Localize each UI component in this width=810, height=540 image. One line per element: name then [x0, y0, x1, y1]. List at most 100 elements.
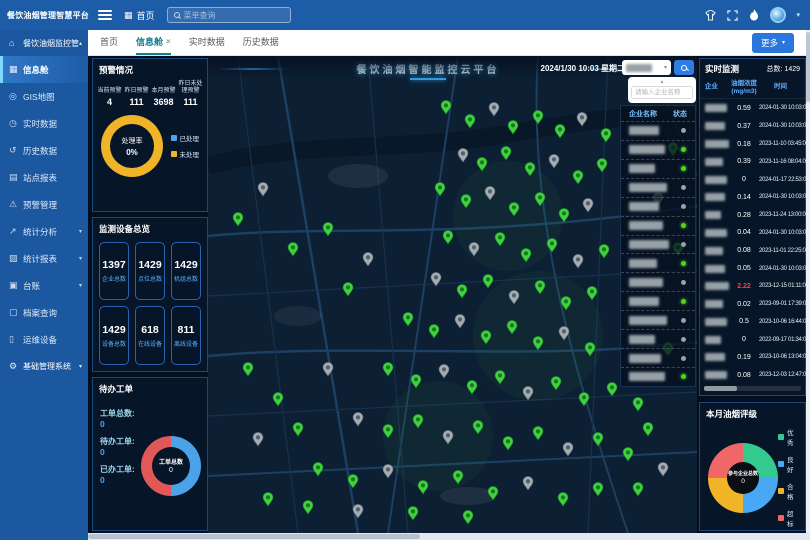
menu-search-input[interactable] — [184, 11, 284, 20]
compass-icon: ◎ — [9, 91, 23, 102]
theme-icon[interactable] — [704, 9, 716, 21]
device-panel: 监测设备总览 1397 企业总数 1429 点位总数 1429 机组总数 142… — [92, 217, 208, 371]
realtime-row[interactable]: 0 2024-01-17 22:53:00 — [705, 171, 803, 189]
menu-search — [167, 7, 291, 23]
chevron-up-icon: ▲ — [660, 79, 665, 85]
workorder-stat: 待办工单: 0 — [100, 436, 135, 460]
sidebar-item-9[interactable]: ▣ 台账 ▾ — [0, 272, 88, 299]
enterprise-row[interactable] — [621, 178, 695, 197]
realtime-row[interactable]: 0.39 2023-11-16 08:04:00 — [705, 153, 803, 171]
topbar: 餐饮油烟管理智慧平台 ▦ 首页 ▾ — [0, 0, 810, 30]
map-search-button[interactable] — [674, 60, 694, 75]
blurred-enterprise-name — [629, 183, 667, 192]
rating-center-label: 参与企业总数 — [728, 470, 758, 477]
sidebar-item-3[interactable]: ◷ 实时数据 — [0, 110, 88, 137]
tab-1[interactable]: 信息舱 × — [136, 30, 171, 55]
enterprise-row[interactable] — [621, 253, 695, 272]
sidebar-item-label: 基础管理系统 — [23, 361, 71, 372]
chevron-down-icon[interactable]: ▾ — [796, 11, 800, 19]
sidebar-item-11[interactable]: ▯ 运维设备 — [0, 326, 88, 353]
tabs: 首页 信息舱 × 实时数据 历史数据 — [100, 30, 297, 55]
record-time: 2024-01-30 10:03:00 — [759, 230, 810, 236]
search-icon — [174, 12, 180, 18]
avatar[interactable] — [770, 7, 786, 23]
sidebar-item-5[interactable]: ▤ 站点报表 — [0, 164, 88, 191]
enterprise-row[interactable] — [621, 272, 695, 291]
enterprise-search-input[interactable] — [631, 86, 693, 99]
blurred-enterprise-name — [629, 221, 663, 230]
sidebar-item-7[interactable]: ↗ 统计分析 ▾ — [0, 218, 88, 245]
realtime-row[interactable]: 0.5 2023-10-06 16:44:00 — [705, 313, 803, 331]
sidebar-item-10[interactable]: ▢ 档案查询 — [0, 299, 88, 326]
sidebar-item-6[interactable]: ⚠ 预警管理 — [0, 191, 88, 218]
enterprise-row[interactable] — [621, 310, 695, 329]
area-select[interactable]: ▾ — [622, 60, 671, 75]
realtime-scrollbar[interactable] — [704, 386, 801, 391]
realtime-row[interactable]: 0.18 2023-11-10 03:45:00 — [705, 135, 803, 153]
enterprise-row[interactable] — [621, 291, 695, 310]
more-button[interactable]: 更多 ▾ — [752, 33, 794, 53]
blurred-enterprise-name — [629, 354, 661, 363]
close-icon[interactable]: × — [166, 37, 171, 46]
device-stat-box: 1429 机组总数 — [171, 242, 201, 300]
realtime-row[interactable]: 0 2022-09-17 01:34:00 — [705, 331, 803, 349]
enterprise-row[interactable] — [621, 197, 695, 216]
realtime-row[interactable]: 0.08 2023-11-01 22:25:00 — [705, 242, 803, 260]
menu-toggle-icon[interactable] — [98, 10, 112, 20]
warning-stat-value: 111 — [177, 97, 204, 107]
topbar-home-tab[interactable]: ▦ 首页 — [124, 9, 155, 22]
enterprise-list-header: 企业名称 状态 — [621, 106, 695, 121]
enterprise-row[interactable] — [621, 329, 695, 348]
enterprise-row[interactable] — [621, 235, 695, 254]
tab-2[interactable]: 实时数据 — [189, 30, 225, 55]
flame-icon[interactable] — [748, 9, 760, 21]
warning-stat: 昨日未处理预警 111 — [177, 81, 204, 107]
sidebar-item-4[interactable]: ↺ 历史数据 — [0, 137, 88, 164]
sidebar-item-1[interactable]: ▦ 信息舱 — [0, 56, 88, 83]
sidebar-item-8[interactable]: ▧ 统计报表 ▾ — [0, 245, 88, 272]
concentration-value: 0.08 — [729, 372, 759, 379]
sidebar-item-2[interactable]: ◎ GIS地图 — [0, 83, 88, 110]
sidebar-item-label: 运维设备 — [23, 334, 57, 346]
realtime-row[interactable]: 0.04 2024-01-30 10:03:00 — [705, 224, 803, 242]
record-time: 2024-01-30 10:03:00 — [759, 194, 810, 200]
warning-legend: 已处理 未处理 — [171, 133, 204, 159]
enterprise-row[interactable] — [621, 216, 695, 235]
warning-stat-label: 当前预警 — [96, 81, 123, 95]
realtime-row[interactable]: 0.02 2023-09-01 17:39:00 — [705, 295, 803, 313]
enterprise-row[interactable] — [621, 348, 695, 367]
device-icon: ▯ — [9, 334, 23, 345]
tab-3[interactable]: 历史数据 — [243, 30, 279, 55]
enterprise-row[interactable] — [621, 159, 695, 178]
blurred-enterprise-name — [629, 202, 659, 211]
record-time: 2024-01-17 22:53:00 — [759, 177, 810, 183]
enterprise-row[interactable] — [621, 140, 695, 159]
map-canvas[interactable]: 餐饮油烟智能监控云平台 2024/1/30 10:03 星期二 ▾ ▲ 企业名称… — [208, 56, 697, 533]
status-dot-offline — [681, 185, 686, 190]
concentration-value: 0.59 — [729, 105, 759, 112]
realtime-row[interactable]: 0.05 2024-01-30 10:03:00 — [705, 260, 803, 278]
realtime-row[interactable]: 0.14 2024-01-30 10:03:00 — [705, 189, 803, 207]
vertical-scrollbar[interactable] — [806, 30, 810, 533]
sidebar-item-12[interactable]: ⚙ 基础管理系统 ▾ — [0, 353, 88, 379]
sidebar-item-0[interactable]: ⌂ 餐饮油烟监控管理系统 ▴ — [0, 30, 88, 56]
horizontal-scrollbar[interactable] — [88, 533, 810, 540]
enterprise-row[interactable] — [621, 367, 695, 386]
collapse-toggle[interactable]: ▲ — [628, 77, 696, 86]
device-panel-title: 监测设备总览 — [93, 218, 207, 238]
realtime-row[interactable]: 0.19 2023-10-06 13:04:00 — [705, 349, 803, 367]
warning-stat-value: 3698 — [150, 97, 177, 107]
status-dot-online — [681, 261, 686, 266]
blurred-enterprise-name — [629, 316, 667, 325]
realtime-row[interactable]: 0.59 2024-01-30 10:03:00 — [705, 100, 803, 118]
realtime-row[interactable]: 0.08 2023-12-03 12:47:00 — [705, 366, 803, 384]
enterprise-row[interactable] — [621, 121, 695, 140]
tab-0[interactable]: 首页 — [100, 30, 118, 55]
realtime-row[interactable]: 2.22 2023-12-15 01:11:00 — [705, 277, 803, 295]
warning-panel-title: 预警情况 — [93, 59, 207, 79]
realtime-row[interactable]: 0.37 2024-01-30 10:03:00 — [705, 117, 803, 135]
fullscreen-icon[interactable] — [726, 9, 738, 21]
realtime-row[interactable]: 0.28 2023-11-24 13:00:00 — [705, 206, 803, 224]
trend-icon: ↗ — [9, 226, 23, 237]
concentration-value: 0.37 — [729, 123, 759, 130]
